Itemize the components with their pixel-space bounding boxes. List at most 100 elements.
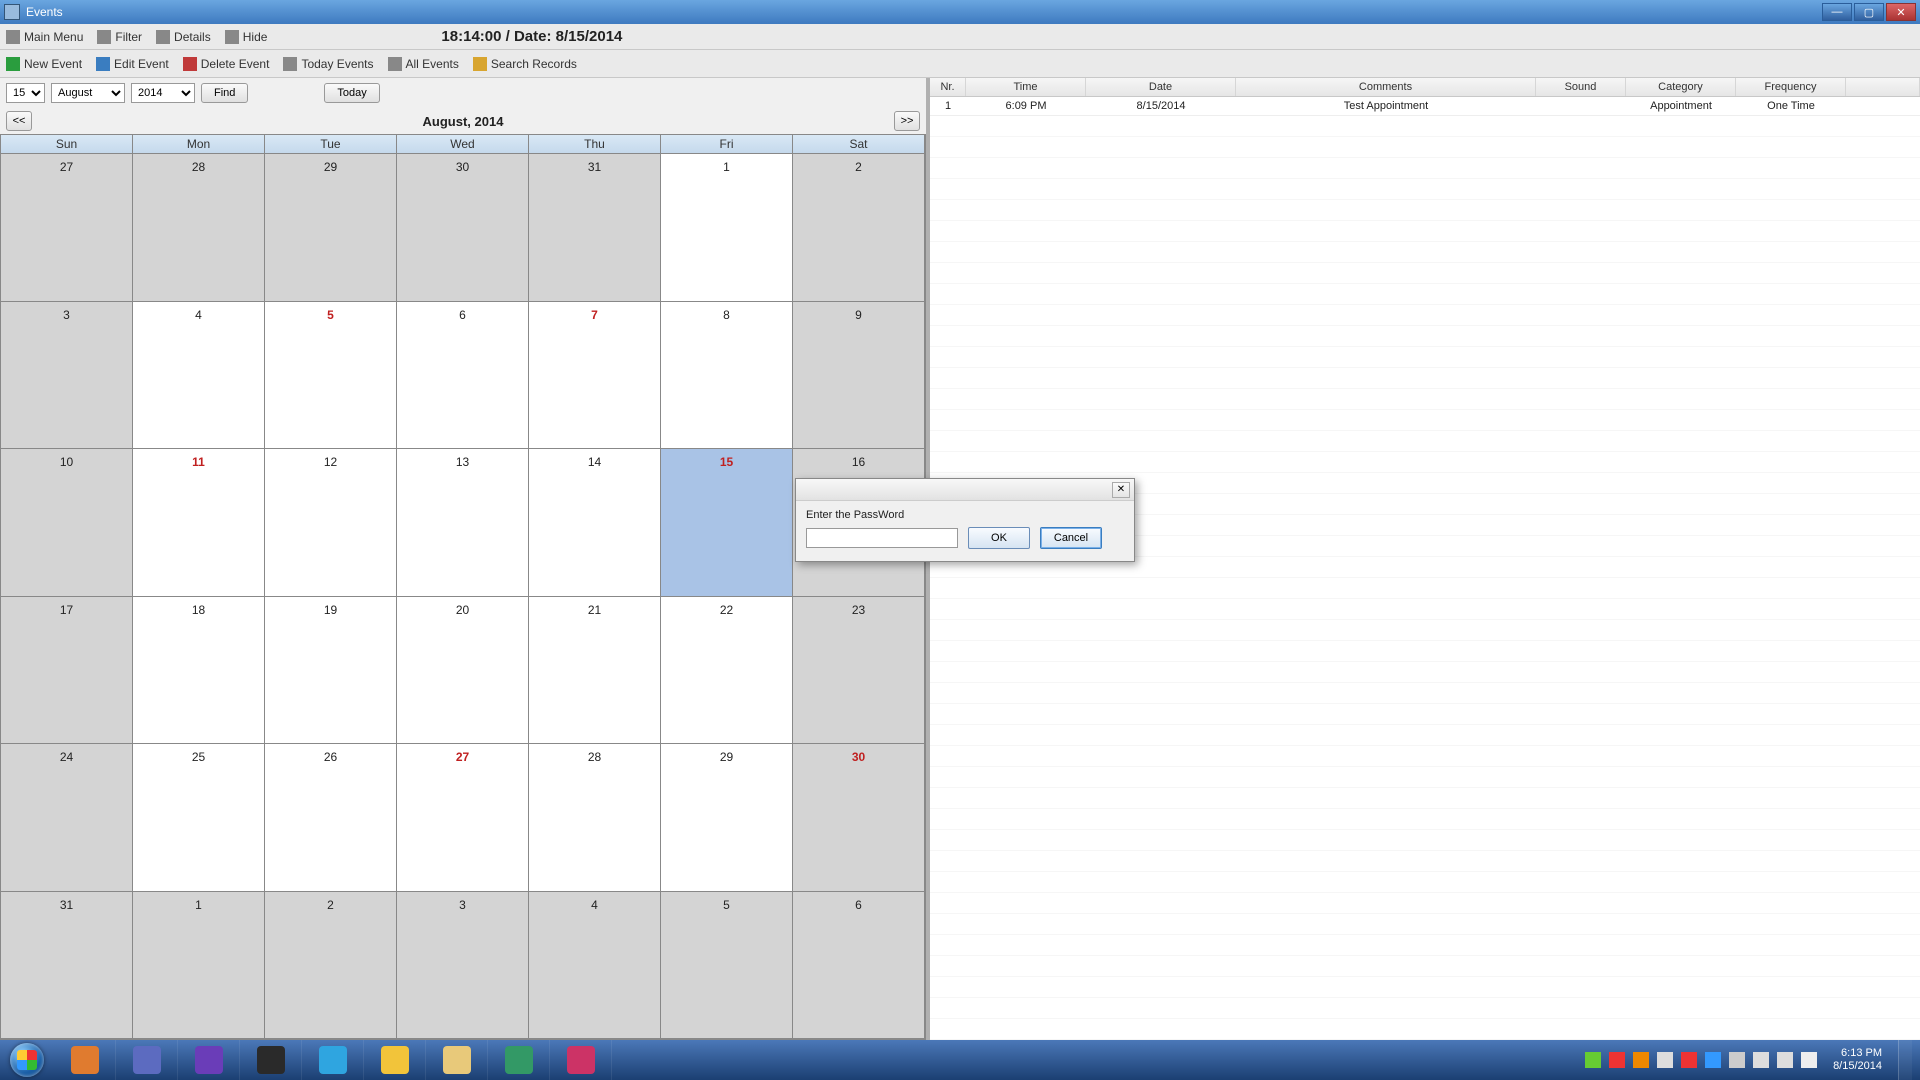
today-events-button[interactable]: Today Events [283,57,373,71]
titlebar[interactable]: Events — ▢ ✕ [0,0,1920,24]
taskbar-app2-icon[interactable] [550,1040,612,1080]
details-button[interactable]: Details [156,30,211,44]
tray-1[interactable] [1585,1052,1601,1068]
event-list-blank[interactable] [930,116,1920,1040]
volume-icon[interactable] [1657,1052,1673,1068]
taskbar-explorer-icon[interactable] [426,1040,488,1080]
calendar-cell[interactable]: 1 [661,154,793,302]
calendar-cell[interactable]: 27 [397,744,529,892]
ok-button[interactable]: OK [968,527,1030,549]
calendar-cell[interactable]: 22 [661,597,793,745]
password-input[interactable] [806,528,958,548]
calendar-cell[interactable]: 20 [397,597,529,745]
tray-5[interactable] [1705,1052,1721,1068]
action-icon[interactable] [1801,1052,1817,1068]
col-sound[interactable]: Sound [1536,78,1626,96]
calendar-cell[interactable]: 14 [529,449,661,597]
taskbar-app1-icon[interactable] [488,1040,550,1080]
delete-event-button[interactable]: Delete Event [183,57,270,71]
start-button[interactable] [0,1040,54,1080]
calendar-cell[interactable]: 4 [529,892,661,1040]
taskbar-infinity-icon[interactable] [116,1040,178,1080]
taskbar-visualstudio-icon[interactable] [178,1040,240,1080]
event-row[interactable]: 16:09 PM8/15/2014Test AppointmentAppoint… [930,97,1920,116]
filter-button[interactable]: Filter [97,30,142,44]
edit-event-button[interactable]: Edit Event [96,57,169,71]
close-button[interactable]: ✕ [1886,3,1916,21]
maximize-button[interactable]: ▢ [1854,3,1884,21]
col-category[interactable]: Category [1626,78,1736,96]
calendar-cell[interactable]: 21 [529,597,661,745]
calendar-cell[interactable]: 27 [1,154,133,302]
calendar-cell[interactable]: 30 [793,744,925,892]
taskbar-sun-icon[interactable] [364,1040,426,1080]
calendar-cell[interactable]: 23 [793,597,925,745]
col-time[interactable]: Time [966,78,1086,96]
calendar-cell[interactable]: 25 [133,744,265,892]
today-button[interactable]: Today [324,83,379,103]
calendar-cell[interactable]: 11 [133,449,265,597]
day-header: Sun [1,135,133,154]
battery-icon[interactable] [1777,1052,1793,1068]
calendar-cell[interactable]: 5 [661,892,793,1040]
calendar-cell[interactable]: 17 [1,597,133,745]
hide-button[interactable]: Hide [225,30,268,44]
calendar-cell[interactable]: 6 [397,302,529,450]
calendar-cell[interactable]: 6 [793,892,925,1040]
calendar-cell[interactable]: 12 [265,449,397,597]
calendar-cell[interactable]: 1 [133,892,265,1040]
cancel-button[interactable]: Cancel [1040,527,1102,549]
calendar-cell[interactable]: 15 [661,449,793,597]
col-date[interactable]: Date [1086,78,1236,96]
calendar-cell[interactable]: 24 [1,744,133,892]
day-select[interactable]: 15 [6,83,45,103]
taskbar-skype-icon[interactable] [302,1040,364,1080]
calendar-cell[interactable]: 2 [793,154,925,302]
main-menu-button[interactable]: Main Menu [6,30,83,44]
show-desktop-button[interactable] [1898,1040,1912,1080]
month-select[interactable]: August [51,83,125,103]
calendar-cell[interactable]: 26 [265,744,397,892]
all-events-button[interactable]: All Events [388,57,459,71]
calendar-cell[interactable]: 28 [133,154,265,302]
taskbar-record-icon[interactable] [240,1040,302,1080]
prev-month-button[interactable]: << [6,111,32,131]
calendar-cell[interactable]: 30 [397,154,529,302]
col-comments[interactable]: Comments [1236,78,1536,96]
year-select[interactable]: 2014 [131,83,195,103]
calendar-cell[interactable]: 10 [1,449,133,597]
minimize-button[interactable]: — [1822,3,1852,21]
tray-up[interactable] [1729,1052,1745,1068]
calendar-cell[interactable]: 8 [661,302,793,450]
col-nr[interactable]: Nr. [930,78,966,96]
calendar-cell[interactable]: 13 [397,449,529,597]
calendar-cell[interactable]: 31 [529,154,661,302]
calendar-cell[interactable]: 7 [529,302,661,450]
calendar-cell[interactable]: 29 [661,744,793,892]
calendar-cell[interactable]: 5 [265,302,397,450]
find-button[interactable]: Find [201,83,248,103]
calendar-cell[interactable]: 4 [133,302,265,450]
taskbar-firefox-icon[interactable] [54,1040,116,1080]
calendar-cell[interactable]: 18 [133,597,265,745]
network-icon[interactable] [1753,1052,1769,1068]
tray-2[interactable] [1609,1052,1625,1068]
dialog-titlebar[interactable]: ✕ [796,479,1134,501]
dialog-close-button[interactable]: ✕ [1112,482,1130,498]
calendar-cell[interactable]: 2 [265,892,397,1040]
calendar-cell[interactable]: 19 [265,597,397,745]
calendar-cell[interactable]: 29 [265,154,397,302]
app-title: Events [26,5,63,19]
calendar-cell[interactable]: 28 [529,744,661,892]
tray-flag[interactable] [1681,1052,1697,1068]
calendar-cell[interactable]: 3 [397,892,529,1040]
calendar-cell[interactable]: 31 [1,892,133,1040]
col-frequency[interactable]: Frequency [1736,78,1846,96]
search-records-button[interactable]: Search Records [473,57,577,71]
calendar-cell[interactable]: 3 [1,302,133,450]
calendar-cell[interactable]: 9 [793,302,925,450]
taskbar-clock[interactable]: 6:13 PM 8/15/2014 [1827,1047,1888,1073]
new-event-button[interactable]: New Event [6,57,82,71]
tray-3[interactable] [1633,1052,1649,1068]
next-month-button[interactable]: >> [894,111,920,131]
